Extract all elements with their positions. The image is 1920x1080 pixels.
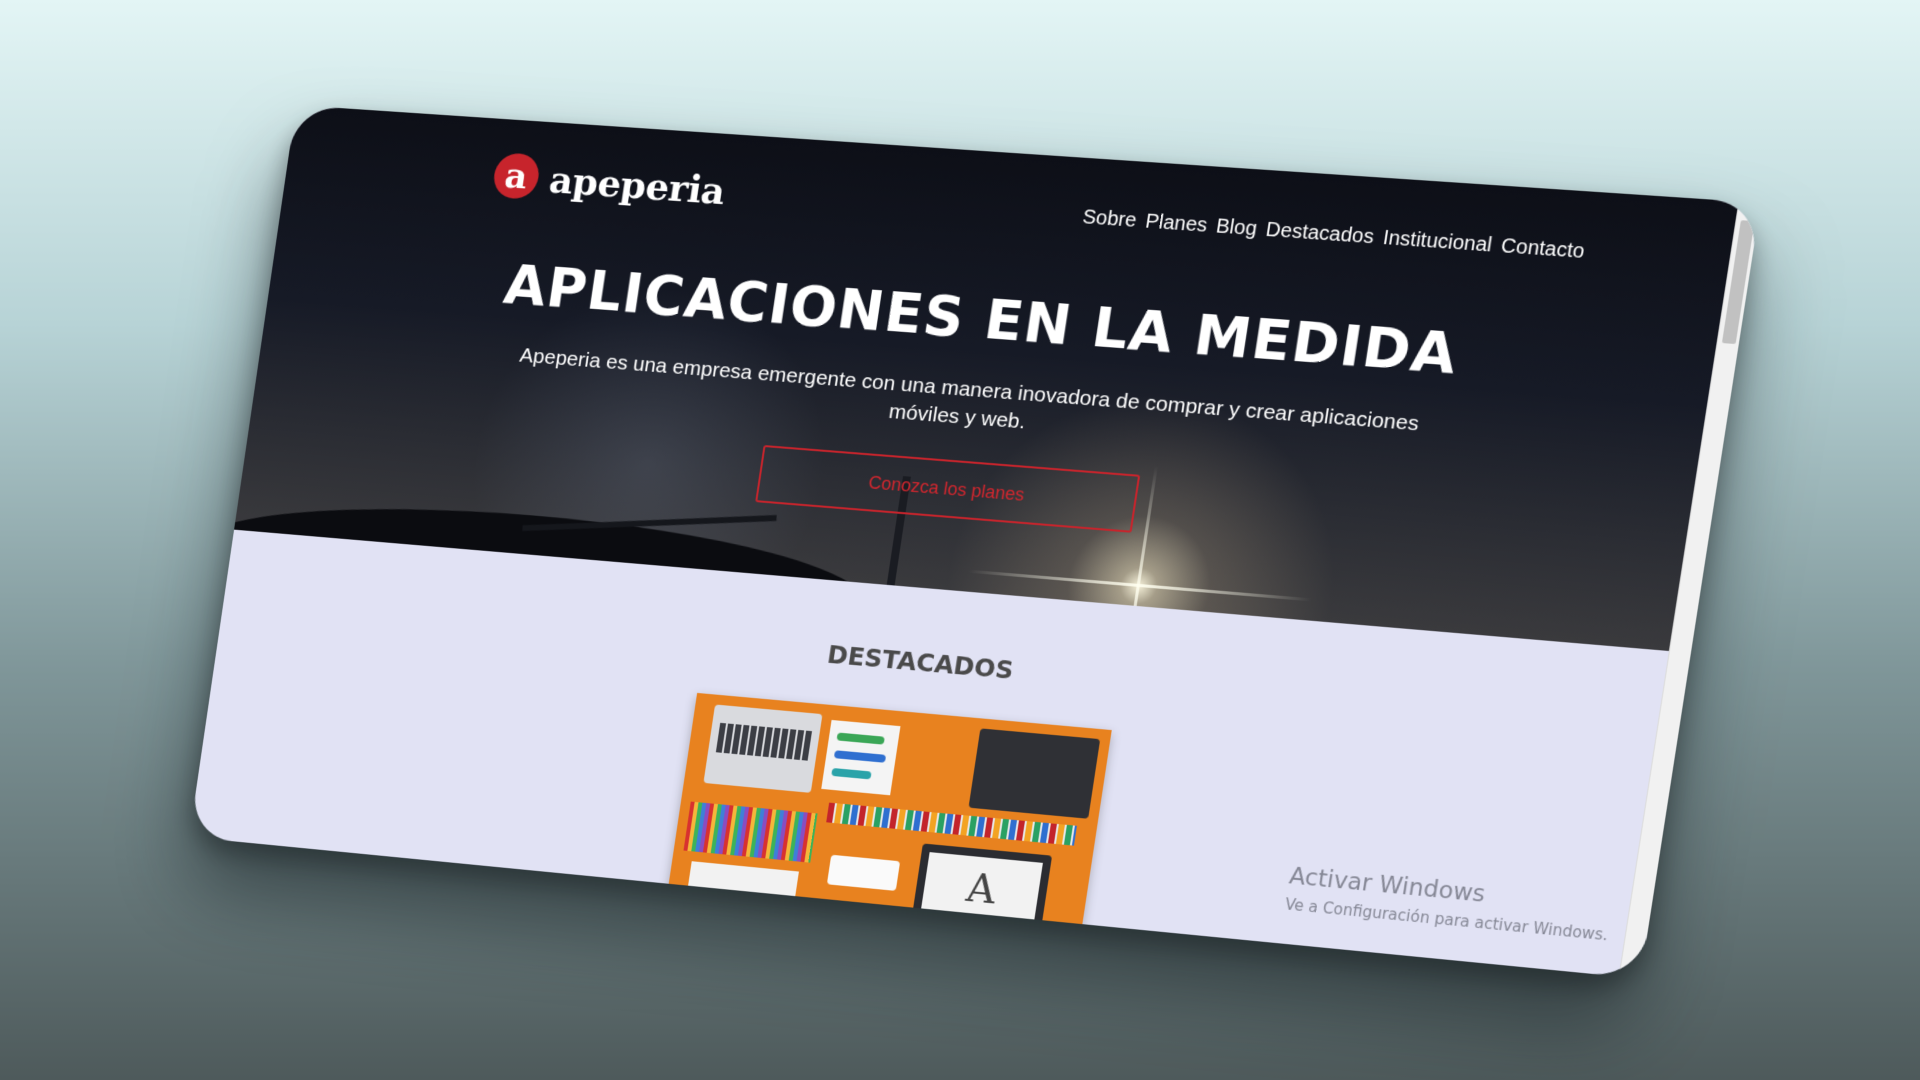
nav-link-planes[interactable]: Planes: [1144, 210, 1209, 237]
laptop-illustration: [703, 704, 822, 792]
logo-text: apeperia: [547, 156, 729, 212]
watercolor-palette-illustration: [827, 855, 900, 891]
nav-link-sobre[interactable]: Sobre: [1081, 206, 1138, 233]
stage: a apeperia Sobre Planes Blog Destacados …: [0, 0, 1920, 1080]
nav-link-destacados[interactable]: Destacados: [1264, 219, 1375, 250]
cta-plans-button[interactable]: Conozca los planes: [755, 445, 1140, 533]
laptop-keyboard: [716, 723, 812, 761]
nav-link-institucional[interactable]: Institucional: [1381, 227, 1493, 258]
nav-link-contacto[interactable]: Contacto: [1499, 235, 1586, 264]
nav-link-blog[interactable]: Blog: [1214, 215, 1258, 241]
logo[interactable]: a apeperia: [491, 152, 728, 213]
colored-pencils-illustration: [683, 802, 817, 863]
nav-links: Sobre Planes Blog Destacados Institucion…: [1081, 206, 1586, 264]
hero-section: a apeperia Sobre Planes Blog Destacados …: [234, 105, 1739, 651]
graphics-tablet-illustration: [968, 728, 1100, 818]
drawing-screen: A: [920, 852, 1043, 926]
logo-mark-icon: a: [491, 152, 542, 200]
paint-swatch-paper: [821, 720, 900, 795]
notebook-illustration: [684, 861, 798, 920]
paint-stroke-teal: [831, 768, 872, 780]
browser-viewport: a apeperia Sobre Planes Blog Destacados …: [189, 105, 1760, 978]
featured-image[interactable]: A: [665, 693, 1112, 949]
paint-stroke-blue: [834, 750, 886, 763]
drawing-tablet-illustration: A: [911, 843, 1052, 935]
paint-stroke-green: [836, 732, 884, 744]
windows-activation-watermark: Activar Windows Ve a Configuración para …: [1284, 863, 1615, 944]
